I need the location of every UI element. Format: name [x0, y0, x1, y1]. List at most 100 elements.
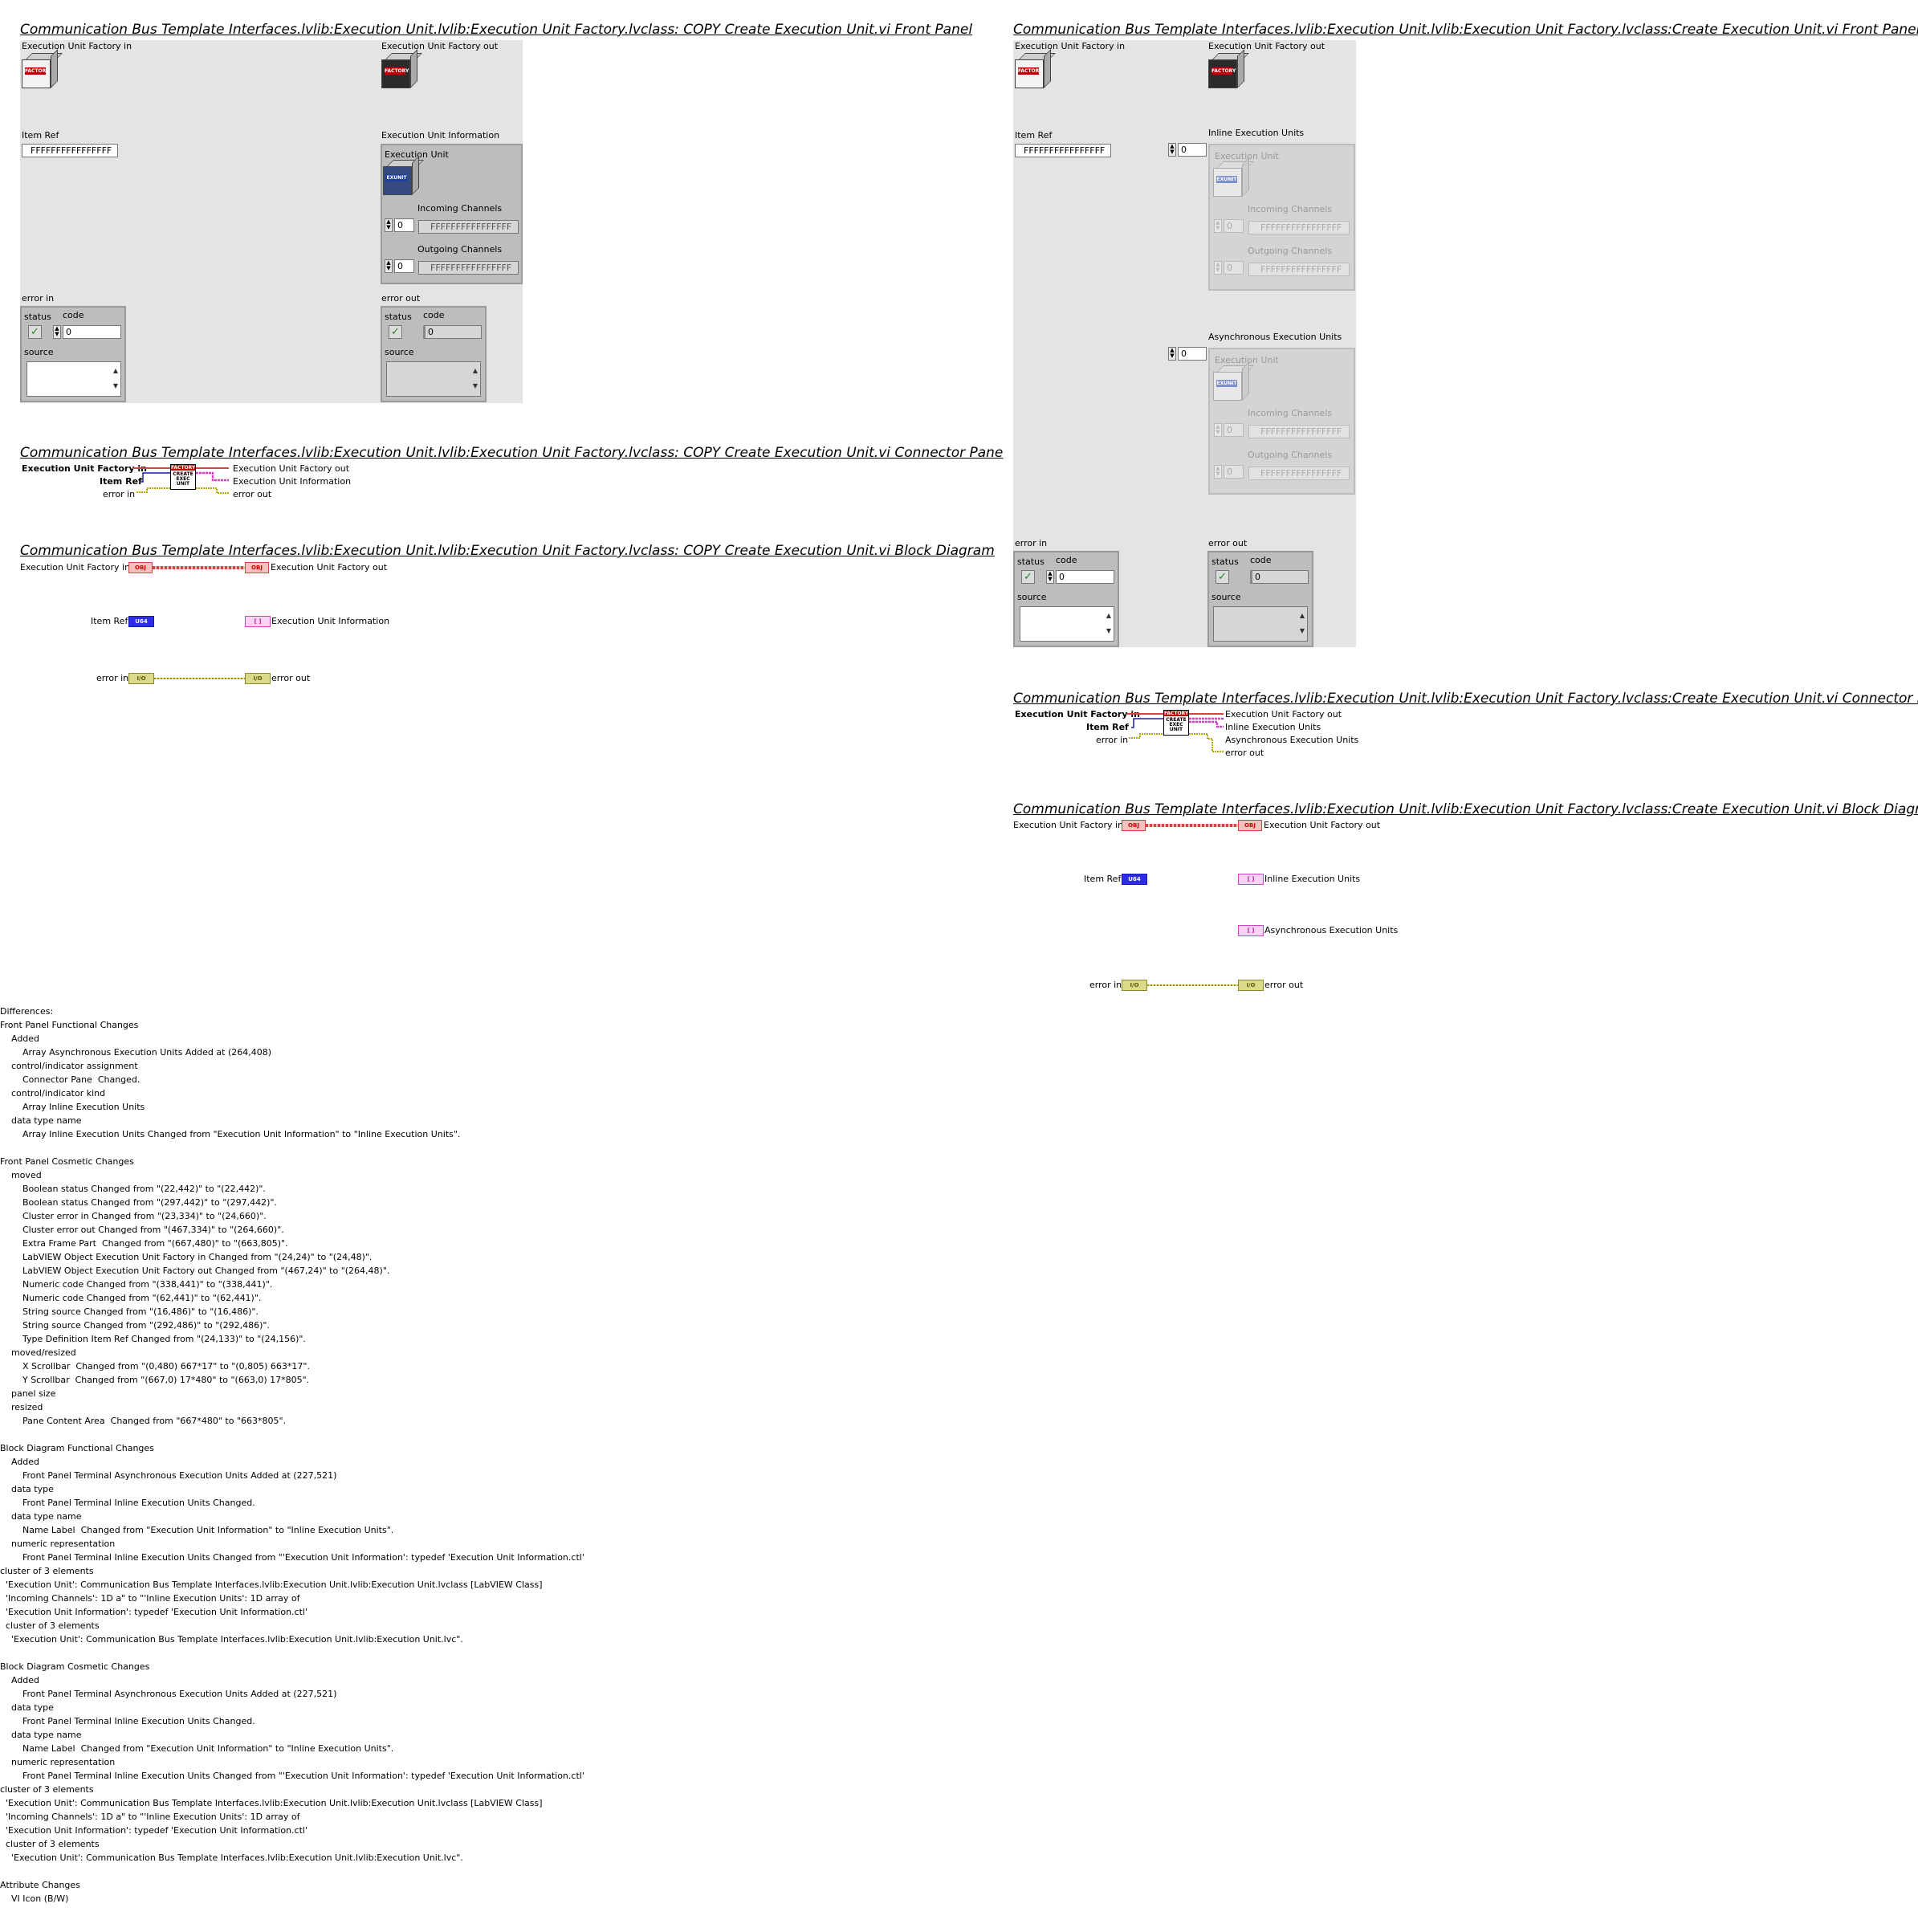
scrollbar[interactable]: ▲ ▼ [1298, 608, 1306, 640]
right-inline-incoming-label: Incoming Channels [1248, 204, 1333, 214]
left-bd-factory-in-label: Execution Unit Factory in [20, 562, 131, 573]
scrollbar[interactable]: ▲ ▼ [471, 363, 479, 395]
left-cp-factory-in: Execution Unit Factory in [22, 463, 147, 474]
left-bd-exec-info-terminal[interactable]: [ ] [245, 616, 271, 627]
right-bd-inline-label: Inline Execution Units [1264, 874, 1361, 884]
right-error-in-code-spinner[interactable]: ▲ ▼ [1046, 570, 1054, 584]
left-factory-in-label: Execution Unit Factory in [22, 41, 132, 51]
right-bd-error-in-label: error in [1089, 980, 1122, 990]
left-cp-error-out: error out [233, 489, 272, 499]
right-bd-factory-in-terminal[interactable]: OBJ [1122, 820, 1146, 831]
right-factory-in-control[interactable]: FACTORY [1015, 49, 1056, 90]
right-inline-index-spinner[interactable]: ▲ ▼ [1168, 143, 1176, 157]
left-factory-out-indicator: FACTORY [381, 49, 422, 90]
right-bd-factory-out-terminal[interactable]: OBJ [1238, 820, 1262, 831]
left-bd-error-in-label: error in [96, 673, 129, 683]
right-bd-error-out-terminal[interactable]: I/O [1238, 980, 1264, 991]
left-cp-exec-info: Execution Unit Information [233, 476, 352, 487]
left-bd-factory-in-terminal[interactable]: OBJ [128, 562, 153, 573]
left-bd-factory-out-terminal[interactable]: OBJ [245, 562, 269, 573]
left-outgoing-index-spinner[interactable]: ▲ ▼ [385, 259, 393, 273]
left-error-out-source-label: source [385, 347, 414, 357]
right-error-in-status-checkbox[interactable]: ✓ [1021, 570, 1035, 584]
right-cp-async: Asynchronous Execution Units [1225, 735, 1359, 745]
right-block-diagram-title: Communication Bus Template Interfaces.lv… [1013, 801, 1918, 817]
right-async-incoming-channel: FFFFFFFFFFFFFFFF [1248, 425, 1350, 438]
right-factory-in-label: Execution Unit Factory in [1015, 41, 1126, 51]
factory-badge: FACTORY [25, 67, 50, 75]
right-error-out-label: error out [1208, 538, 1248, 548]
left-outgoing-channel: FFFFFFFFFFFFFFFF [418, 261, 519, 275]
left-error-out-code-label: code [423, 310, 445, 320]
right-inline-incoming-spinner[interactable]: ▲ ▼ [1214, 219, 1222, 233]
right-error-out-status-label: status [1211, 556, 1239, 567]
right-inline-incoming-index[interactable]: 0 [1224, 219, 1244, 233]
right-async-outgoing-index[interactable]: 0 [1224, 465, 1244, 479]
left-error-in-source-field[interactable]: ▲ ▼ [26, 361, 121, 397]
left-error-in-code-spinner[interactable]: ▲ ▼ [53, 325, 61, 339]
left-error-in-label: error in [22, 293, 55, 304]
right-bd-item-ref-terminal[interactable]: U64 [1122, 874, 1147, 885]
left-error-out-label: error out [381, 293, 421, 304]
left-bd-error-in-terminal[interactable]: I/O [128, 673, 154, 684]
left-exec-unit-indicator: EXUNIT [383, 156, 424, 197]
right-async-incoming-index[interactable]: 0 [1224, 423, 1244, 437]
right-connector-pane-title: Communication Bus Template Interfaces.lv… [1013, 691, 1918, 707]
scrollbar[interactable]: ▲ ▼ [112, 363, 120, 395]
right-inline-outgoing-channel: FFFFFFFFFFFFFFFF [1248, 263, 1350, 276]
right-bd-factory-out-label: Execution Unit Factory out [1264, 820, 1381, 830]
left-item-ref-field[interactable]: FFFFFFFFFFFFFFFF [22, 144, 118, 157]
left-bd-item-ref-terminal[interactable]: U64 [128, 616, 154, 627]
scrollbar[interactable]: ▲ ▼ [1105, 608, 1113, 640]
right-async-index[interactable]: 0 [1178, 347, 1207, 361]
exec-unit-badge: EXUNIT [1216, 176, 1237, 183]
right-cp-inline: Inline Execution Units [1225, 722, 1321, 732]
right-async-outgoing-channel: FFFFFFFFFFFFFFFF [1248, 467, 1350, 480]
left-error-in-status-checkbox[interactable]: ✓ [28, 325, 42, 339]
left-error-in-code-field[interactable]: 0 [63, 325, 121, 339]
right-error-out-code-label: code [1250, 555, 1272, 565]
right-inline-index[interactable]: 0 [1178, 143, 1207, 157]
left-bd-error-wire [154, 678, 245, 679]
right-bd-factory-in-label: Execution Unit Factory in [1013, 820, 1124, 830]
right-async-outgoing-spinner[interactable]: ▲ ▼ [1214, 465, 1222, 479]
left-incoming-channel: FFFFFFFFFFFFFFFF [418, 220, 519, 234]
left-exec-info-label: Execution Unit Information [381, 130, 500, 141]
left-error-out-status-indicator: ✓ [389, 325, 402, 339]
right-error-out-code-field: 0 [1250, 570, 1309, 584]
factory-badge: FACTORY [1211, 67, 1236, 75]
right-bd-async-terminal[interactable]: [ ] [1238, 925, 1264, 936]
left-bd-error-out-terminal[interactable]: I/O [245, 673, 271, 684]
left-bd-exec-info-label: Execution Unit Information [271, 616, 390, 626]
right-error-in-label: error in [1015, 538, 1048, 548]
right-cp-factory-in: Execution Unit Factory in [1015, 709, 1140, 719]
left-bd-error-out-label: error out [271, 673, 311, 683]
right-error-out-source-field: ▲ ▼ [1213, 606, 1308, 642]
right-error-in-status-label: status [1017, 556, 1045, 567]
right-cp-wires [1127, 713, 1224, 752]
left-error-out-source-field: ▲ ▼ [386, 361, 481, 397]
right-bd-inline-terminal[interactable]: [ ] [1238, 874, 1264, 885]
left-bd-item-ref-label: Item Ref [91, 616, 128, 626]
right-bd-error-in-terminal[interactable]: I/O [1122, 980, 1147, 991]
right-error-out-source-label: source [1211, 592, 1241, 602]
right-inline-outgoing-spinner[interactable]: ▲ ▼ [1214, 261, 1222, 275]
left-factory-in-control[interactable]: FACTORY [22, 49, 63, 90]
left-outgoing-label: Outgoing Channels [417, 244, 503, 255]
right-bd-factory-wire [1146, 824, 1238, 827]
right-inline-outgoing-label: Outgoing Channels [1248, 246, 1333, 256]
right-inline-outgoing-index[interactable]: 0 [1224, 261, 1244, 275]
left-incoming-index[interactable]: 0 [394, 218, 414, 232]
right-async-incoming-spinner[interactable]: ▲ ▼ [1214, 423, 1222, 437]
left-outgoing-index[interactable]: 0 [394, 259, 414, 273]
right-item-ref-label: Item Ref [1015, 130, 1053, 141]
right-async-index-spinner[interactable]: ▲ ▼ [1168, 347, 1176, 361]
left-bd-factory-out-label: Execution Unit Factory out [271, 562, 388, 573]
exec-unit-badge: EXUNIT [1216, 380, 1237, 387]
right-error-in-code-field[interactable]: 0 [1056, 570, 1114, 584]
left-incoming-index-spinner[interactable]: ▲ ▼ [385, 218, 393, 232]
right-inline-incoming-channel: FFFFFFFFFFFFFFFF [1248, 221, 1350, 234]
right-item-ref-field[interactable]: FFFFFFFFFFFFFFFF [1015, 144, 1111, 157]
right-error-in-source-field[interactable]: ▲ ▼ [1020, 606, 1114, 642]
right-cp-factory-out: Execution Unit Factory out [1225, 709, 1342, 719]
